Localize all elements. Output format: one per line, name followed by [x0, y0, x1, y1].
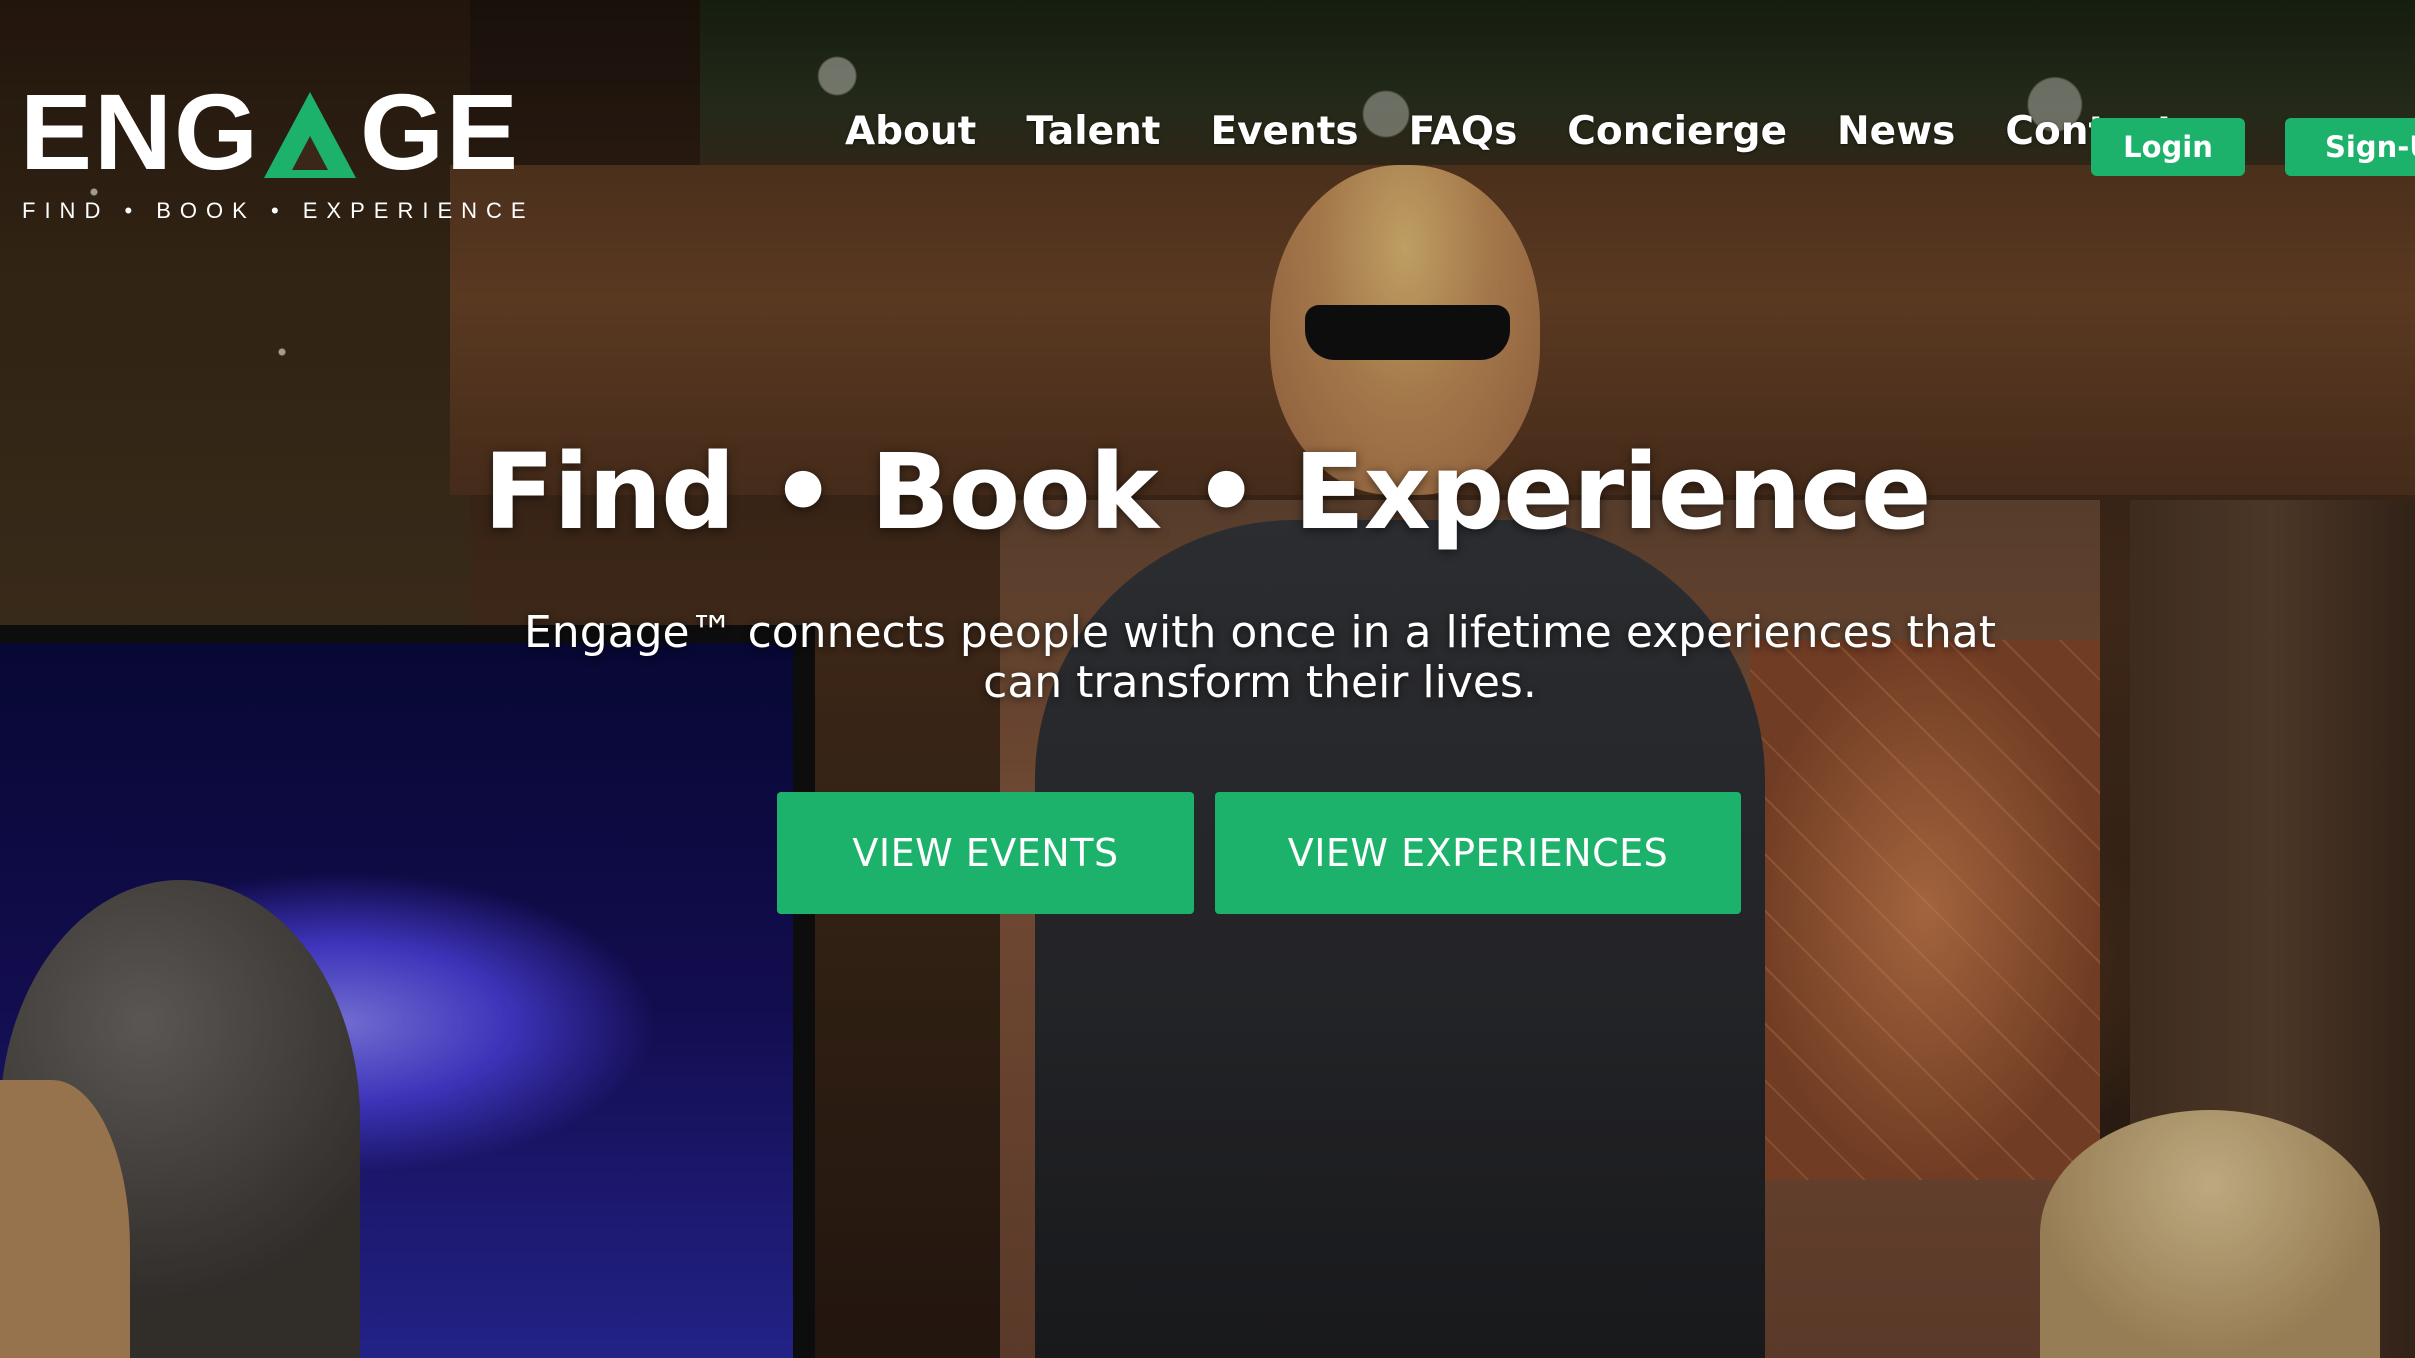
nav-concierge[interactable]: Concierge	[1567, 112, 1787, 151]
nav-talent[interactable]: Talent	[1026, 112, 1160, 151]
main-nav: About Talent Events FAQs Concierge News …	[845, 112, 2225, 151]
logo-word-end: GE	[360, 71, 521, 192]
nav-events[interactable]: Events	[1210, 112, 1358, 151]
nav-about[interactable]: About	[845, 112, 976, 151]
view-experiences-button[interactable]: VIEW EXPERIENCES	[1215, 792, 1741, 914]
signup-button[interactable]: Sign-Up	[2285, 118, 2415, 176]
nav-news[interactable]: News	[1837, 112, 1955, 151]
logo-wordmark: ENG GE	[20, 78, 535, 186]
hero-title: Find • Book • Experience	[483, 431, 1931, 553]
logo-tagline: FIND • BOOK • EXPERIENCE	[22, 198, 535, 223]
hero-subtitle: Engage™ connects people with once in a l…	[524, 607, 1996, 708]
hero-title-wrap: Find • Book • Experience	[0, 440, 2415, 544]
engage-logo[interactable]: ENG GE FIND • BOOK • EXPERIENCE	[20, 78, 535, 224]
nav-faqs[interactable]: FAQs	[1409, 112, 1518, 151]
logo-triangle-a-icon	[264, 92, 357, 178]
login-button[interactable]: Login	[2091, 118, 2245, 176]
site-header: ENG GE FIND • BOOK • EXPERIENCE About Ta…	[0, 0, 2415, 223]
view-events-button[interactable]: VIEW EVENTS	[777, 792, 1194, 914]
logo-word-start: ENG	[20, 71, 261, 192]
